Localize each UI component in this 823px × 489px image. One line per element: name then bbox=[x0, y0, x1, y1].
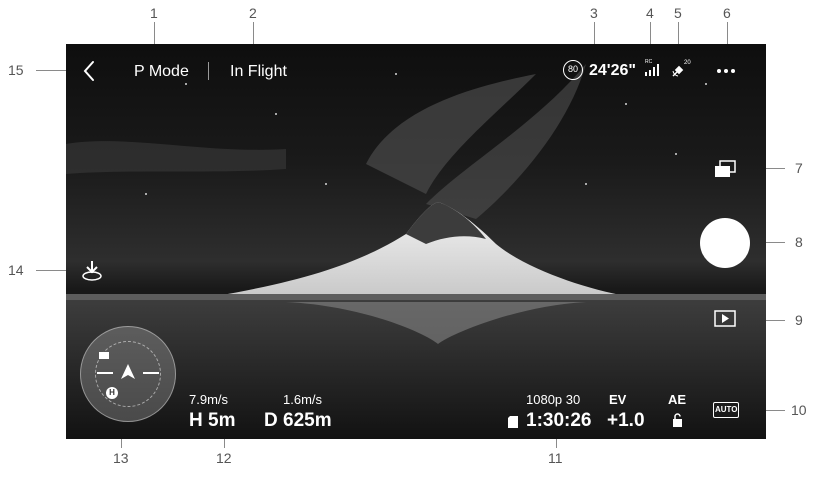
callout-15: 15 bbox=[8, 62, 24, 78]
camera-auto-mode-icon[interactable]: AUTO bbox=[713, 402, 739, 418]
horizon-bar-left bbox=[97, 372, 113, 374]
status-divider bbox=[208, 62, 209, 80]
battery-level-indicator[interactable]: 80 bbox=[563, 60, 583, 80]
camera-mode-label: AUTO bbox=[715, 405, 738, 414]
callout-12: 12 bbox=[216, 450, 232, 466]
flight-time-remaining: 24'26" bbox=[589, 62, 636, 79]
camera-direction-icon bbox=[99, 352, 109, 359]
ae-label: AE bbox=[668, 392, 687, 407]
callout-5: 5 bbox=[674, 5, 682, 21]
ae-lock-icon[interactable] bbox=[672, 413, 683, 427]
camera-switch-icon[interactable] bbox=[714, 160, 736, 178]
callout-8: 8 bbox=[795, 234, 803, 250]
back-button[interactable] bbox=[82, 60, 96, 82]
callout-4: 4 bbox=[646, 5, 654, 21]
auto-takeoff-icon[interactable] bbox=[80, 258, 104, 282]
callout-2: 2 bbox=[249, 5, 257, 21]
callout-10: 10 bbox=[791, 402, 807, 418]
ev-label: EV bbox=[609, 392, 627, 407]
callout-13: 13 bbox=[113, 450, 129, 466]
more-options-icon[interactable] bbox=[716, 68, 736, 74]
callout-7: 7 bbox=[795, 160, 803, 176]
gps-count-label: 20 bbox=[684, 60, 691, 66]
cloud-left bbox=[66, 141, 286, 174]
height-value: H 5m bbox=[189, 410, 236, 431]
sd-card-icon bbox=[508, 416, 518, 428]
recording-time: 1:30:26 bbox=[526, 410, 592, 431]
callout-9: 9 bbox=[795, 312, 803, 328]
home-point-icon: H bbox=[106, 387, 118, 399]
aircraft-icon bbox=[121, 364, 135, 379]
flight-mode-label[interactable]: P Mode bbox=[134, 63, 189, 81]
camera-view-screen[interactable]: P Mode In Flight 80 24'26" RC 20 AUTO H … bbox=[66, 44, 766, 439]
horizon-shore bbox=[66, 294, 766, 300]
distance-value: D 625m bbox=[264, 410, 332, 431]
horizon-bar-right bbox=[143, 372, 159, 374]
shutter-button[interactable] bbox=[700, 218, 750, 268]
playback-icon[interactable] bbox=[714, 310, 736, 327]
video-resolution[interactable]: 1080p 30 bbox=[526, 392, 580, 407]
callout-6: 6 bbox=[723, 5, 731, 21]
ev-value[interactable]: +1.0 bbox=[607, 410, 645, 432]
horizontal-speed: 7.9m/s bbox=[189, 392, 229, 407]
callout-14: 14 bbox=[8, 262, 24, 278]
vertical-speed: 1.6m/s bbox=[283, 392, 323, 407]
callout-1: 1 bbox=[150, 5, 158, 21]
attitude-indicator-map[interactable]: H bbox=[80, 326, 176, 422]
callout-3: 3 bbox=[590, 5, 598, 21]
rc-signal-icon[interactable] bbox=[645, 64, 659, 76]
callout-11: 11 bbox=[548, 450, 563, 466]
aircraft-status-label[interactable]: In Flight bbox=[230, 63, 287, 81]
